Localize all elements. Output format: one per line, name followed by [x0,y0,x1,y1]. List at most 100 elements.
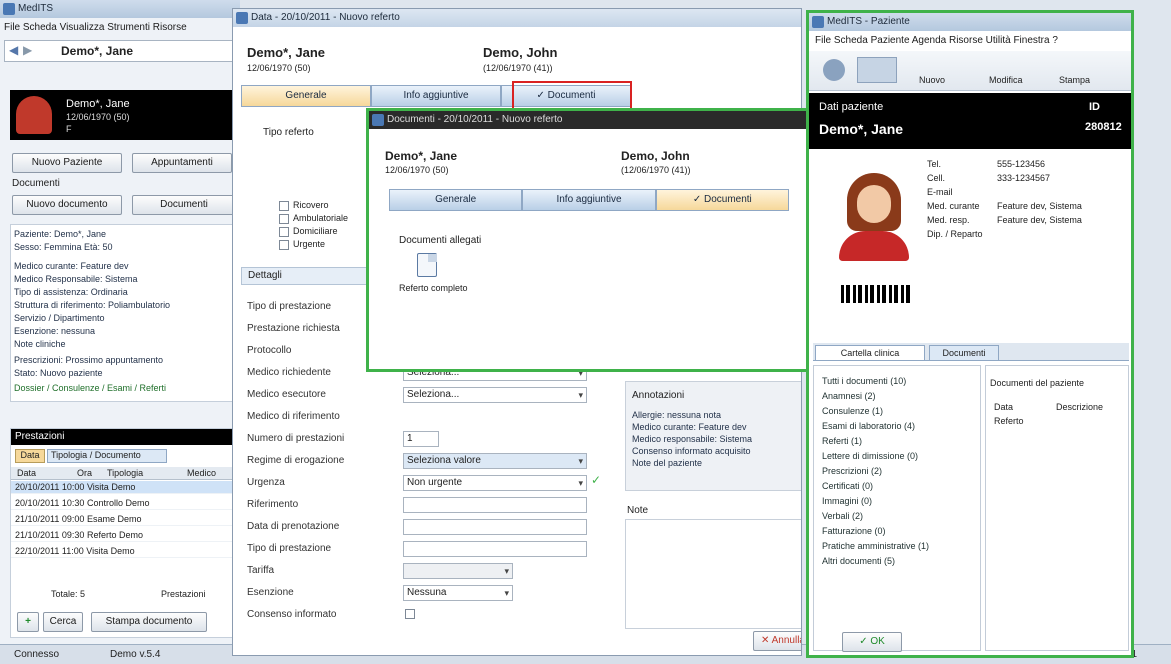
main-doctor-name: Demo, John [483,45,558,60]
patient-info-panel: Paziente: Demo*, Jane Sesso: Femmina Età… [10,224,236,402]
print-document-button[interactable]: Stampa documento [91,612,207,632]
field-label: Tipo di prestazione [247,543,332,554]
prestazioni-title: Prestazioni [15,431,65,442]
tariff-select[interactable] [403,563,513,579]
service-type-input[interactable] [403,541,587,557]
cell-date: 21/10/2011 [15,530,60,540]
main-doctor-id: (12/06/1970 (41)) [483,63,553,73]
table-row[interactable]: 21/10/2011 09:00 Esame Demo [11,513,237,526]
col-type[interactable]: Tipologia [107,468,143,478]
dialog-icon [236,12,248,24]
annotation-line: Consenso informato acquisito [632,446,751,456]
booking-date-input[interactable] [403,519,587,535]
note-label: Note [627,505,649,516]
info-line: Servizio / Dipartimento [14,313,105,323]
cell-type: Referto [86,530,117,540]
new-patient-button[interactable]: Nuovo Paziente [12,153,122,173]
consent-checkbox[interactable] [405,609,415,619]
field-label: Medico esecutore [247,389,326,400]
cell-doctor: Demo [110,546,135,556]
avatar [16,96,52,134]
left-menubar[interactable]: File Scheda Visualizza Strumenti Risorse [4,22,236,33]
annotations-panel: Annotazioni Allergie: nessuna nota Medic… [625,381,801,491]
left-window-title: MedITS [18,3,54,14]
checkbox-ricovero[interactable] [279,201,289,211]
search-button[interactable]: Cerca [43,612,83,632]
add-button[interactable]: + [17,612,39,632]
new-document-button[interactable]: Nuovo documento [12,195,122,215]
field-label: Riferimento [247,499,299,510]
col-doctor[interactable]: Medico [187,468,216,478]
note-area[interactable] [625,519,801,629]
status-left: Connesso [14,649,60,660]
info-line: Tipo di assistenza: Ordinaria [14,287,128,297]
tab-general[interactable]: Generale [241,85,371,107]
cell-time: 10:30 [61,498,85,508]
reference-input[interactable] [403,497,587,513]
cell-date: 20/10/2011 [15,482,60,492]
field-label: Data di prenotazione [247,521,340,532]
prestazioni-tab-type[interactable]: Tipologia / Documento [47,449,167,463]
tab-additional-info[interactable]: Info aggiuntive [371,85,501,107]
forward-icon[interactable]: ▶ [23,43,32,57]
annotation-line: Medico curante: Feature dev [632,422,747,432]
prestazioni-tab-data[interactable]: Data [15,449,45,463]
col-time[interactable]: Ora [77,468,92,478]
cell-date: 20/10/2011 [15,498,60,508]
table-row[interactable]: 20/10/2011 10:30 Controllo Demo [11,497,237,510]
checkbox-urgente[interactable] [279,240,289,250]
field-label: Medico richiedente [247,367,331,378]
appointments-button[interactable]: Appuntamenti [132,153,232,173]
table-row[interactable]: 22/10/2011 11:00 Visita Demo [11,545,237,558]
ok-button[interactable]: ✓ OK [842,632,902,652]
cell-doctor: Demo [118,530,143,540]
urgency-select[interactable]: Non urgente [403,475,587,491]
back-icon[interactable]: ◀ [9,43,18,57]
col-date[interactable]: Data [17,468,36,478]
info-line: Medico Responsabile: Sistema [14,274,138,284]
regime-select[interactable]: Seleziona valore [403,453,587,469]
field-label: Regime di erogazione [247,455,345,466]
table-body: 20/10/2011 10:00 Visita Demo 20/10/2011 … [11,481,237,581]
left-window-titlebar: MedITS [0,0,240,18]
prestazioni-titlebar: Prestazioni [11,429,237,445]
field-label: Medico di riferimento [247,411,340,422]
cancel-button[interactable]: ✕ Annulla [753,631,801,651]
documents-tab-highlight [512,81,632,111]
type-label: Tipo referto [263,127,314,138]
annotation-line: Allergie: nessuna nota [632,410,722,420]
field-label: Protocollo [247,345,292,356]
left-patient-card: Demo*, Jane 12/06/1970 (50) F [10,90,236,140]
cell-type: Visita [86,482,109,492]
patient-window-green-frame [806,10,1134,658]
executing-doctor-select[interactable]: Seleziona... [403,387,587,403]
app-icon [3,3,15,15]
field-label: Urgenza [247,477,285,488]
info-line: Esenzione: nessuna [14,326,96,336]
field-label: Prestazione richiesta [247,323,340,334]
info-line: Struttura di riferimento: Poliambulatori… [14,300,171,310]
annotations-label: Annotazioni [632,390,685,401]
table-row[interactable]: 21/10/2011 09:30 Referto Demo [11,529,237,542]
info-line: Dossier / Consulenze / Esami / Referti [14,383,167,393]
quantity-stepper[interactable]: 1 [403,431,439,447]
documents-button[interactable]: Documenti [132,195,236,215]
cell-date: 22/10/2011 [15,546,60,556]
field-label: Consenso informato [247,609,337,620]
cell-time: 09:30 [61,530,85,540]
checkbox-domiciliare[interactable] [279,227,289,237]
table-row[interactable]: 20/10/2011 10:00 Visita Demo [11,481,237,494]
card-patient-sex: F [66,124,72,134]
main-patient-dob: 12/06/1970 (50) [247,63,311,73]
cell-time: 11:00 [61,546,84,556]
info-line: Note cliniche [14,339,66,349]
annotation-line: Medico responsabile: Sistema [632,434,753,444]
cell-time: 10:00 [61,482,85,492]
status-mid: Demo v.5.4 [110,649,161,660]
details-section-title: Dettagli [248,270,282,281]
checkbox-ambulatoriale[interactable] [279,214,289,224]
exemption-select[interactable]: Nessuna [403,585,513,601]
nav-patient-name: Demo*, Jane [61,44,134,58]
cell-doctor: Demo [111,482,136,492]
details-section-header: Dettagli [241,267,371,285]
